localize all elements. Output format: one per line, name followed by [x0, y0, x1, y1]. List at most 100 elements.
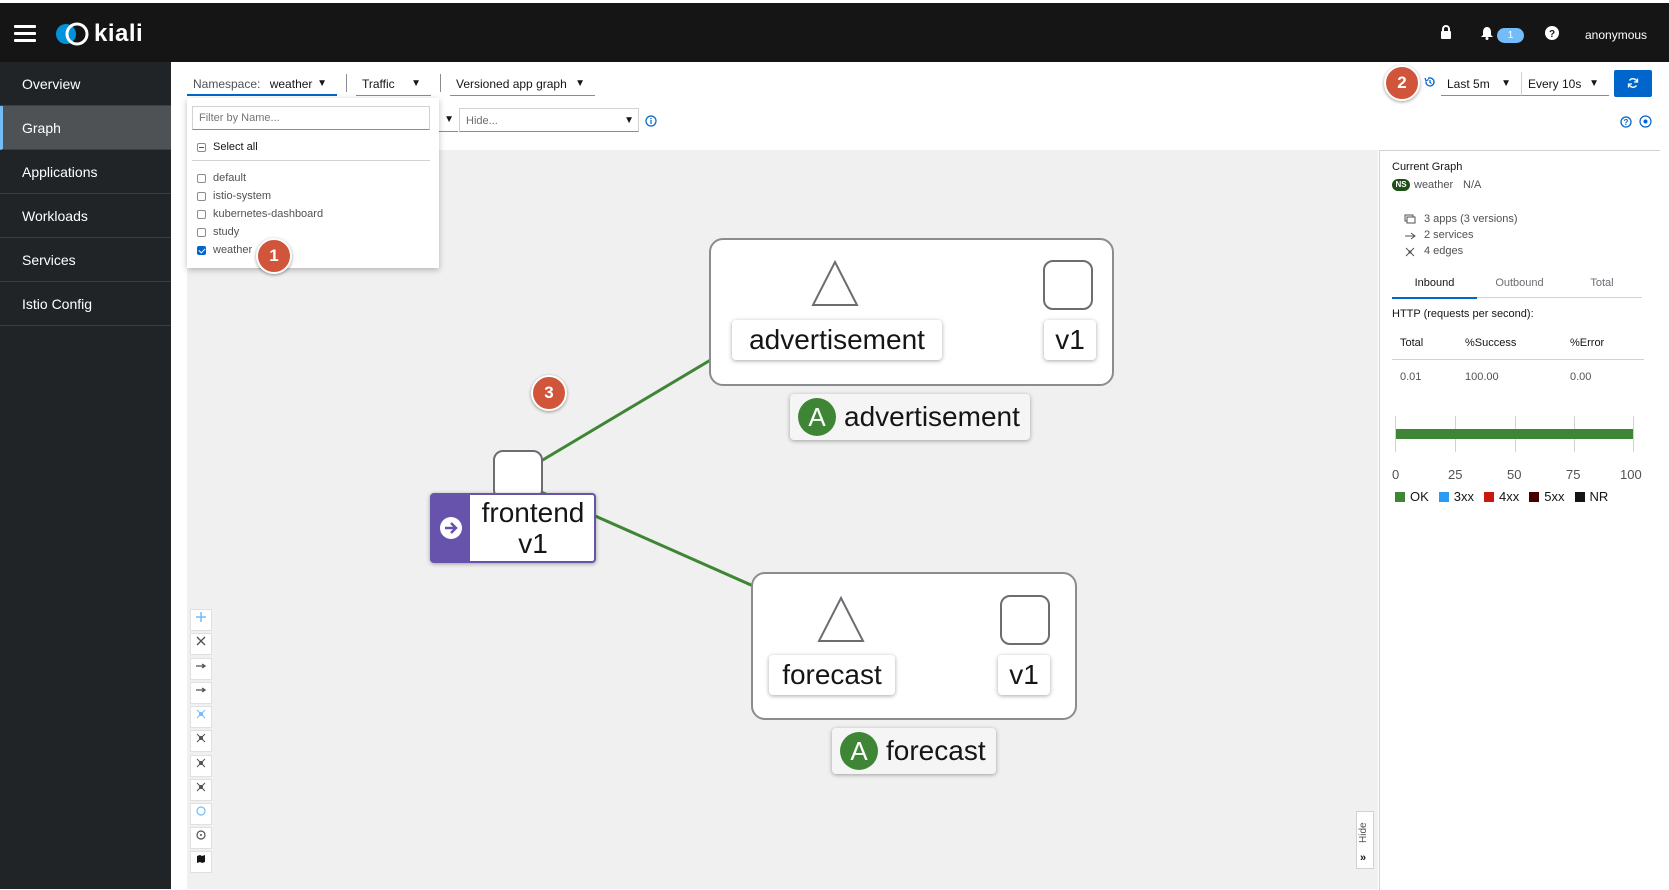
apps-icon — [1404, 213, 1416, 227]
namespace-option-study[interactable]: study — [197, 226, 239, 238]
workload-node-forecast-v1[interactable] — [1000, 595, 1050, 645]
advertisement-app-name: advertisement — [844, 401, 1020, 432]
graph-tour-icon[interactable] — [1639, 115, 1652, 131]
topology-icon[interactable] — [190, 730, 212, 752]
rps-chart — [1395, 416, 1634, 452]
info-icon[interactable] — [645, 115, 657, 130]
hide-input[interactable]: Hide... ▼ — [459, 108, 639, 132]
legend-label: 5xx — [1544, 489, 1565, 504]
namespace-option-default[interactable]: default — [197, 172, 246, 184]
namespace-value: weather — [269, 77, 313, 91]
display-selector-caret[interactable]: ▼ — [438, 108, 458, 132]
bell-icon[interactable] — [1480, 26, 1494, 43]
globe-icon[interactable] — [190, 827, 212, 849]
refresh-button[interactable] — [1614, 70, 1652, 97]
caret-down-icon: ▼ — [575, 78, 585, 89]
sidebar-item-graph[interactable]: Graph — [0, 106, 171, 150]
logo-text: kiali — [94, 20, 144, 47]
frontend-name: frontend — [481, 497, 585, 528]
time-range-selector[interactable]: Last 5m ▼ — [1441, 72, 1521, 96]
namespace-filter-input[interactable] — [192, 106, 430, 130]
legend-label: 4xx — [1499, 489, 1520, 504]
layout-1-icon[interactable] — [190, 682, 212, 704]
lock-icon[interactable] — [1440, 25, 1452, 43]
hide-panel-toggle[interactable]: Hide » — [1356, 811, 1374, 869]
legend-item-nr: NR — [1574, 489, 1609, 504]
axis-tick: 25 — [1448, 467, 1463, 482]
panel-edges-count: 4 edges — [1424, 245, 1464, 257]
namespace-option-kubernetes-dashboard[interactable]: kubernetes-dashboard — [197, 208, 323, 220]
help-icon[interactable]: ? — [1545, 26, 1559, 43]
namespace-badge: NS — [1392, 179, 1410, 191]
app-badge: A — [840, 732, 878, 770]
legend-label: NR — [1589, 489, 1609, 504]
sidebar-item-workloads[interactable]: Workloads — [0, 194, 171, 238]
namespace-checkbox[interactable] — [197, 209, 206, 219]
forecast-version-label: v1 — [998, 655, 1050, 695]
zoom-to-fit-icon[interactable] — [190, 633, 212, 655]
legend-swatch — [1529, 491, 1540, 502]
kiali-logo[interactable]: kiali — [54, 20, 144, 47]
frontend-label: frontend v1 — [430, 493, 596, 563]
select-all-option[interactable]: Select all — [197, 141, 258, 153]
sidebar-item-services[interactable]: Services — [0, 238, 171, 282]
namespace-label: Namespace: — [193, 77, 261, 91]
ok-bar[interactable] — [1396, 429, 1633, 439]
namespace-checkbox[interactable] — [197, 173, 206, 183]
sidebar-item-istio-config[interactable]: Istio Config — [0, 282, 171, 326]
namespace-box-icon[interactable] — [190, 803, 212, 825]
service-node-forecast[interactable] — [817, 596, 865, 644]
workload-node-advertisement-v1[interactable] — [1043, 260, 1093, 310]
namespace-option-istio-system[interactable]: istio-system — [197, 190, 271, 202]
tab-total[interactable]: Total — [1562, 277, 1642, 298]
svg-text:?: ? — [1624, 118, 1629, 127]
traffic-label: Traffic — [362, 77, 395, 91]
namespace-checkbox[interactable] — [197, 191, 206, 201]
namespace-option-label: istio-system — [213, 190, 272, 202]
namespace-checkbox[interactable] — [197, 245, 206, 255]
legend-item-ok: OK — [1395, 489, 1429, 504]
select-all-checkbox[interactable] — [197, 142, 206, 152]
app-badge: A — [798, 398, 836, 436]
graph-type-selector[interactable]: Versioned app graph ▼ — [450, 72, 595, 96]
axis-tick: 50 — [1507, 467, 1522, 482]
traffic-selector[interactable]: Traffic ▼ — [356, 72, 431, 96]
topology-icon[interactable] — [190, 779, 212, 801]
topology-icon[interactable] — [190, 755, 212, 777]
table-value-error: 0.00 — [1570, 371, 1592, 383]
pan-icon[interactable] — [190, 609, 212, 631]
topology-icon[interactable] — [190, 706, 212, 728]
double-chevron-right-icon: » — [1360, 852, 1367, 864]
sidebar-item-overview[interactable]: Overview — [0, 62, 171, 106]
forecast-app-label: A forecast — [832, 728, 996, 774]
layout-default-icon[interactable] — [190, 658, 212, 680]
hide-toggle-label: Hide — [1358, 822, 1369, 844]
menu-divider — [192, 160, 430, 161]
panel-title: Current Graph — [1392, 161, 1463, 173]
hamburger-menu-icon[interactable] — [14, 25, 36, 43]
refresh-interval-selector[interactable]: Every 10s ▼ — [1521, 72, 1609, 96]
axis-tick: 75 — [1566, 467, 1581, 482]
legend-label: 3xx — [1453, 489, 1475, 504]
panel-apps-count: 3 apps (3 versions) — [1424, 213, 1518, 225]
table-value-success: 100.00 — [1465, 371, 1499, 383]
table-divider — [1392, 359, 1644, 360]
legend-item-5xx: 5xx — [1529, 489, 1565, 504]
map-icon[interactable] — [190, 851, 212, 873]
tab-inbound[interactable]: Inbound — [1392, 277, 1477, 299]
history-icon[interactable] — [1424, 76, 1436, 91]
namespace-checkbox[interactable] — [197, 227, 206, 237]
masthead: kiali 1 ? anonymous — [0, 0, 1669, 62]
refresh-icon — [1627, 78, 1639, 88]
sidebar-item-applications[interactable]: Applications — [0, 150, 171, 194]
help-circle-icon[interactable]: ? — [1620, 116, 1632, 131]
service-node-advertisement[interactable] — [811, 260, 859, 308]
legend-label: OK — [1410, 489, 1429, 504]
legend-item-4xx: 4xx — [1484, 489, 1519, 504]
legend-item-3xx: 3xx — [1438, 489, 1475, 504]
namespace-selector[interactable]: Namespace: weather ▼ — [187, 72, 337, 96]
notification-badge[interactable]: 1 — [1497, 28, 1524, 43]
user-menu[interactable]: anonymous — [1585, 28, 1647, 42]
tab-outbound[interactable]: Outbound — [1477, 277, 1562, 298]
namespace-option-weather[interactable]: weather — [197, 244, 252, 256]
